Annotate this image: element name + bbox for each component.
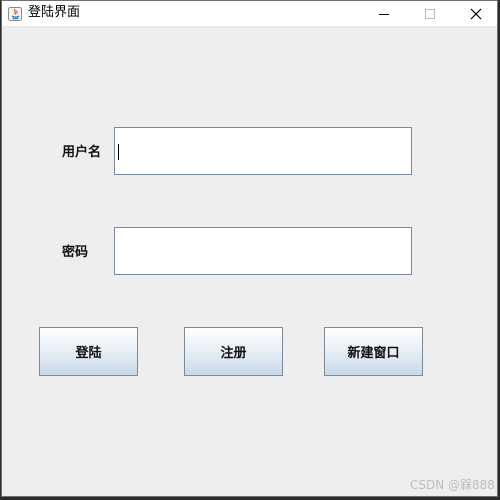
maximize-icon bbox=[425, 9, 435, 19]
login-window: 登陆界面 用户名 密码 登陆 注册 新建窗口 CSDN @槑888 bbox=[1, 0, 498, 497]
register-button[interactable]: 注册 bbox=[184, 327, 283, 376]
username-label: 用户名 bbox=[62, 145, 102, 160]
close-button[interactable] bbox=[453, 1, 499, 27]
new-window-button[interactable]: 新建窗口 bbox=[324, 327, 423, 376]
java-icon bbox=[8, 6, 22, 21]
close-icon bbox=[470, 8, 482, 20]
title-bar[interactable]: 登陆界面 bbox=[2, 1, 497, 27]
username-input[interactable] bbox=[114, 127, 412, 175]
password-label: 密码 bbox=[62, 245, 89, 260]
minimize-button[interactable] bbox=[361, 1, 407, 27]
password-input[interactable] bbox=[114, 227, 412, 275]
login-button[interactable]: 登陆 bbox=[39, 327, 138, 376]
window-title: 登陆界面 bbox=[28, 5, 81, 20]
minimize-icon bbox=[379, 14, 389, 15]
maximize-button[interactable] bbox=[407, 1, 453, 27]
text-caret bbox=[118, 144, 119, 160]
watermark-text: CSDN @槑888 bbox=[410, 478, 495, 492]
